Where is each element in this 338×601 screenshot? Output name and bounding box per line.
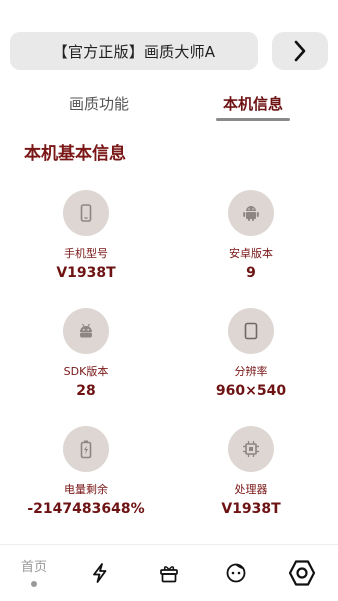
nav-home[interactable]: 首页 [4, 545, 64, 601]
info-item-battery: 电量剩余 -2147483648% [11, 426, 161, 517]
bottom-nav: 首页 [0, 544, 338, 601]
nav-settings[interactable] [272, 545, 332, 601]
info-item-android-version: 安卓版本 9 [176, 190, 326, 281]
nav-home-label: 首页 [20, 559, 47, 575]
icon-circle [63, 308, 109, 354]
info-label: SDK版本 [63, 365, 109, 378]
nav-boost[interactable] [70, 545, 130, 601]
next-button[interactable] [272, 32, 328, 70]
top-bar: 【官方正版】画质大师A [10, 32, 328, 70]
icon-circle [228, 426, 274, 472]
info-value: 9 [246, 265, 256, 281]
icon-circle [228, 190, 274, 236]
battery-icon [80, 440, 92, 459]
lightning-icon [93, 563, 107, 583]
info-value: V1938T [221, 501, 281, 517]
section-title: 本机基本信息 [24, 144, 126, 164]
cpu-icon [243, 441, 259, 457]
info-item-sdk-version: SDK版本 28 [11, 308, 161, 399]
info-label: 处理器 [234, 483, 268, 496]
tab-label: 本机信息 [222, 94, 283, 113]
tab-device-info[interactable]: 本机信息 [193, 86, 313, 120]
android-icon [243, 206, 259, 221]
chevron-right-icon [294, 40, 306, 62]
screen-icon [244, 322, 258, 340]
info-item-processor: 处理器 V1938T [176, 426, 326, 517]
info-value: 28 [76, 383, 96, 399]
info-item-model: 手机型号 V1938T [11, 190, 161, 281]
icon-circle [228, 308, 274, 354]
active-dot [31, 580, 37, 587]
info-value: -2147483648% [27, 501, 145, 517]
app-title: 【官方正版】画质大师A [52, 42, 216, 61]
phone-icon [80, 204, 92, 222]
face-icon [226, 563, 246, 583]
android-head-icon [80, 323, 92, 338]
icon-circle [63, 426, 109, 472]
active-tab-indicator [216, 118, 290, 121]
info-label: 安卓版本 [229, 247, 273, 260]
icon-circle [63, 190, 109, 236]
info-value: V1938T [56, 265, 116, 281]
tab-image-quality[interactable]: 画质功能 [39, 86, 159, 120]
app-title-button[interactable]: 【官方正版】画质大师A [10, 32, 258, 70]
nav-gift[interactable] [139, 545, 199, 601]
nav-face[interactable] [206, 545, 266, 601]
info-value: 960×540 [215, 383, 287, 399]
settings-hexagon-icon [288, 560, 316, 586]
info-item-resolution: 分辨率 960×540 [176, 308, 326, 399]
gift-icon [160, 566, 178, 583]
info-label: 手机型号 [64, 247, 108, 260]
info-label: 分辨率 [234, 365, 268, 378]
tab-bar: 画质功能 本机信息 [0, 86, 338, 122]
tab-label: 画质功能 [68, 94, 129, 113]
info-label: 电量剩余 [64, 483, 108, 496]
